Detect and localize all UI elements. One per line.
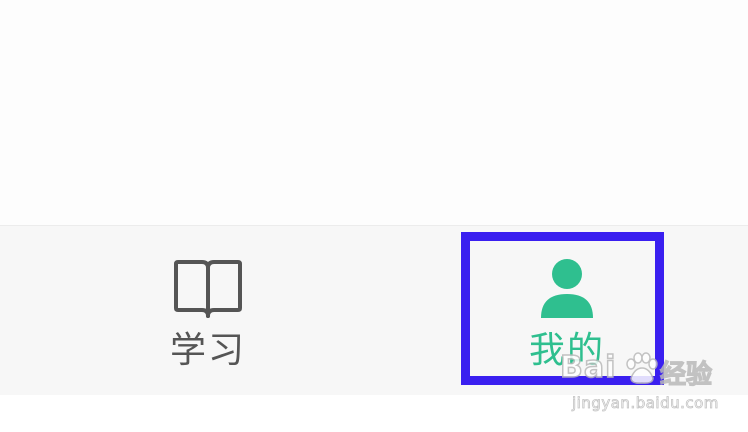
content-area [0, 0, 748, 225]
tab-mine-label: 我的 [528, 330, 605, 371]
tab-study[interactable]: 学习 [108, 226, 308, 396]
app-screen: 学习 我的 Bai 经验 jingyan.baidu.com [0, 0, 748, 432]
book-icon [174, 260, 242, 318]
bottom-blank [0, 395, 748, 432]
tab-study-label: 学习 [169, 330, 246, 371]
tab-mine[interactable]: 我的 [467, 226, 667, 396]
person-icon [541, 259, 593, 318]
bottom-tab-bar: 学习 我的 [0, 225, 748, 395]
